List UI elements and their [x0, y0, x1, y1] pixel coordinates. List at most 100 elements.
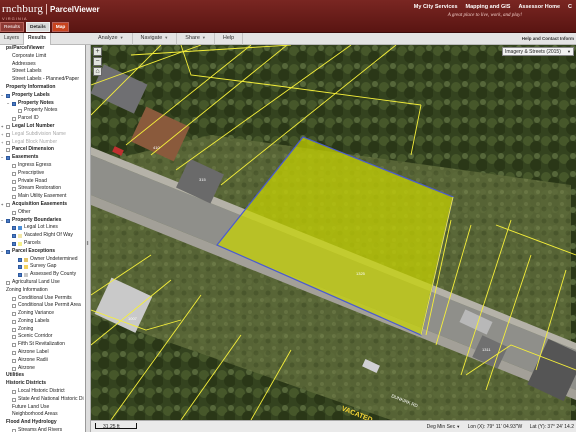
layer-checkbox[interactable] — [6, 148, 10, 153]
layer-checkbox[interactable] — [18, 265, 22, 270]
layer-checkbox[interactable] — [6, 249, 10, 254]
layer-row[interactable]: Zoning Labels — [0, 318, 85, 326]
layer-checkbox[interactable] — [12, 171, 16, 176]
layer-row[interactable]: Future Land Use — [0, 404, 85, 412]
layer-row[interactable]: − Parcel Exceptions — [0, 248, 85, 256]
layer-row[interactable]: Conditional Use Permits — [0, 295, 85, 303]
coordinate-mode-select[interactable]: Deg Min Sec▼ — [421, 424, 461, 430]
layer-checkbox[interactable] — [12, 234, 16, 239]
layer-row[interactable]: Main Utility Easement — [0, 193, 85, 201]
layer-row[interactable]: Fifth St Revitalization — [0, 341, 85, 349]
layer-checkbox[interactable] — [12, 210, 16, 215]
layer-checkbox[interactable] — [12, 226, 16, 231]
header-link[interactable]: My City Services — [414, 4, 458, 10]
layer-row[interactable]: + Legal Block Number — [0, 139, 85, 147]
layer-checkbox[interactable] — [12, 101, 16, 106]
expand-icon[interactable]: + — [1, 131, 3, 139]
layer-checkbox[interactable] — [12, 195, 16, 200]
help-contact-link[interactable]: Help and Contact Inform — [522, 36, 574, 41]
layer-row[interactable]: + Legal Lot Number — [0, 123, 85, 131]
menu-share[interactable]: Share ▼ — [177, 33, 215, 45]
layer-checkbox[interactable] — [18, 273, 22, 278]
layer-checkbox[interactable] — [6, 218, 10, 223]
layer-row[interactable]: Neighborhood Areas — [0, 411, 85, 419]
layer-checkbox[interactable] — [12, 358, 16, 363]
layer-checkbox[interactable] — [6, 202, 10, 207]
collapse-icon[interactable]: − — [1, 92, 3, 100]
layer-checkbox[interactable] — [12, 366, 16, 371]
layer-checkbox[interactable] — [12, 187, 16, 192]
header-link[interactable]: Assessor Home — [518, 4, 560, 10]
zoom-out-icon[interactable]: − — [93, 57, 102, 66]
layer-row[interactable]: Zoning Information — [0, 287, 85, 295]
collapse-icon[interactable]: − — [7, 100, 9, 108]
layer-checkbox[interactable] — [6, 93, 10, 98]
layer-row[interactable]: Street Labels - Planned/Paper — [0, 76, 85, 84]
layer-row[interactable]: + Legal Subdivision Name — [0, 131, 85, 139]
menu-navigate[interactable]: Navigate ▼ — [133, 33, 178, 45]
panel-tab-layers[interactable]: Layers — [0, 33, 25, 45]
layer-row[interactable]: Prescriptive — [0, 170, 85, 178]
layer-row[interactable]: Airzone Radii — [0, 357, 85, 365]
header-tab-results[interactable]: Results — [0, 22, 24, 32]
home-icon[interactable]: ⌂ — [93, 67, 102, 76]
map-view[interactable]: 410 315 1325 1311 1007 VACATED DUNKIRK R… — [91, 45, 576, 420]
basemap-select[interactable]: Imagery & Streets (2015) ▼ — [502, 47, 574, 56]
layer-checkbox[interactable] — [12, 390, 16, 395]
expand-icon[interactable]: + — [1, 123, 3, 131]
menu-analyze[interactable]: Analyze ▼ — [90, 33, 133, 45]
layer-checkbox[interactable] — [12, 179, 16, 184]
layer-row[interactable]: Agricultural Land Use — [0, 279, 85, 287]
layer-checkbox[interactable] — [6, 280, 10, 285]
layer-row[interactable]: Scenic Corridor — [0, 333, 85, 341]
header-tab-details[interactable]: Details — [26, 22, 50, 32]
header-tab-map[interactable]: Map — [51, 22, 70, 32]
header-link[interactable]: Mapping and GIS — [466, 4, 511, 10]
layer-checkbox[interactable] — [12, 351, 16, 356]
layer-row[interactable]: Parcel ID — [0, 115, 85, 123]
layer-row[interactable]: ps/ParcelViewer — [0, 45, 85, 53]
layer-checkbox[interactable] — [12, 343, 16, 348]
layer-checkbox[interactable] — [6, 156, 10, 161]
zoom-in-icon[interactable]: + — [93, 47, 102, 56]
layer-checkbox[interactable] — [12, 335, 16, 340]
layer-row[interactable]: Local Historic District — [0, 388, 85, 396]
menu-help[interactable]: Help — [215, 33, 244, 45]
layer-row[interactable]: − Property Labels — [0, 92, 85, 100]
collapse-icon[interactable]: − — [1, 248, 3, 256]
layer-checkbox[interactable] — [12, 296, 16, 301]
layer-row[interactable]: Zoning — [0, 326, 85, 334]
brand[interactable]: rnchburg | ParcelViewer — [2, 3, 100, 15]
layer-row[interactable]: Conditional Use Permit Area — [0, 302, 85, 310]
expand-icon[interactable]: + — [1, 139, 3, 147]
aerial-map[interactable]: 410 315 1325 1311 1007 VACATED DUNKIRK R… — [91, 45, 576, 420]
layer-checkbox[interactable] — [12, 312, 16, 317]
collapse-icon[interactable]: − — [1, 154, 3, 162]
layer-row[interactable]: Property Information — [0, 84, 85, 92]
layer-row[interactable]: Airzone Label — [0, 349, 85, 357]
layer-row[interactable]: Vacated Right Of Way — [0, 232, 85, 240]
header-link[interactable]: C — [568, 4, 572, 10]
layer-checkbox[interactable] — [12, 117, 16, 122]
layer-row[interactable]: Airzone — [0, 365, 85, 373]
layer-row[interactable]: − Property Notes — [0, 100, 85, 108]
layer-row[interactable]: Street Labels — [0, 68, 85, 76]
layer-row[interactable]: Private Road — [0, 178, 85, 186]
layer-row[interactable]: Survey Gap — [0, 263, 85, 271]
collapse-icon[interactable]: − — [1, 217, 3, 225]
layer-checkbox[interactable] — [12, 304, 16, 309]
layer-row[interactable]: Corporate Limit — [0, 53, 85, 61]
layer-row[interactable]: Addresses — [0, 61, 85, 69]
layer-row[interactable]: Assessed By County — [0, 271, 85, 279]
panel-tab-results[interactable]: Results — [24, 33, 52, 45]
layer-row[interactable]: Legal Lot Lines — [0, 224, 85, 232]
layer-row[interactable]: Historic Districts — [0, 380, 85, 388]
layer-row[interactable]: − Property Boundaries — [0, 217, 85, 225]
layer-row[interactable]: Owner Undetermined — [0, 256, 85, 264]
layer-row[interactable]: Parcels — [0, 240, 85, 248]
layer-row[interactable]: Zoning Variance — [0, 310, 85, 318]
layer-row[interactable]: Ingress Egress — [0, 162, 85, 170]
layer-row[interactable]: Streams And Rivers — [0, 427, 85, 432]
layer-row[interactable]: Property Notes — [0, 107, 85, 115]
layer-checkbox[interactable] — [6, 124, 10, 129]
